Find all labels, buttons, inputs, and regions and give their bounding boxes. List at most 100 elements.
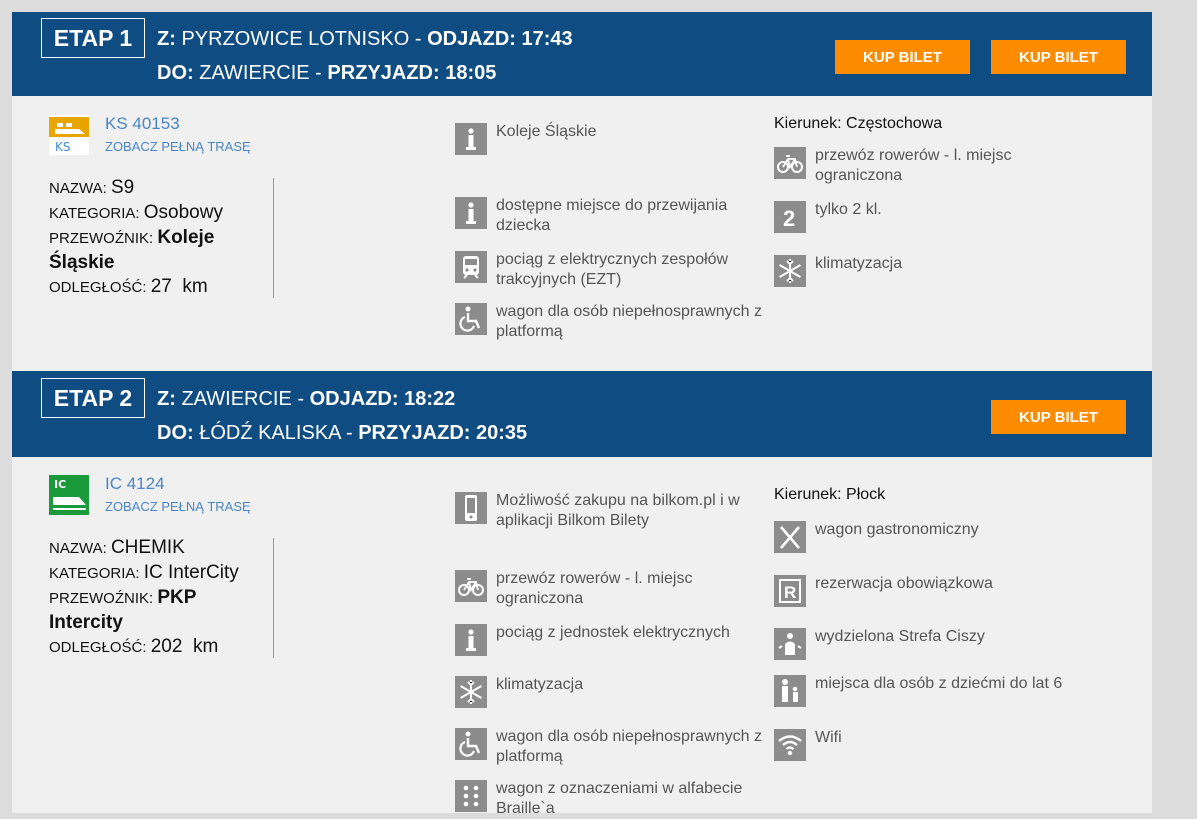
category-value: IC InterCity [143,562,239,583]
feature-text: wagon dla osób niepełnosprawnych z platf… [496,303,762,340]
feature-text: dostępne miejsce do przewijania dziecka [496,197,728,234]
info-icon [455,624,487,656]
from-prefix: Z: [157,388,176,410]
category-label: KATEGORIA: [49,205,140,222]
feature-text: przewóz rowerów - l. miejsc ograniczona [815,147,1012,184]
details-divider [273,538,274,658]
feature-text: Wifi [815,729,842,746]
details-divider [273,178,274,298]
stage-1-departure-line: Z: PYRZOWICE LOTNISKO - ODJAZD: 17:43 [157,28,573,51]
feature-text: Możliwość zakupu na bilkom.pl i w aplika… [496,492,740,529]
snowflake-icon [774,255,806,287]
mobile-phone-icon [455,492,487,524]
full-route-link[interactable]: ZOBACZ PEŁNĄ TRASĘ [105,499,251,514]
detail-name: NAZWA: S9 [49,176,271,201]
arrival-time: 20:35 [476,422,528,444]
ks-carrier-logo-icon: KS [49,115,89,155]
feature-item: przewóz rowerów - l. miejsc ograniczona [774,146,1084,186]
detail-distance: ODLEGŁOŚĆ: 27 km [49,275,271,300]
distance-label: ODLEGŁOŚĆ: [49,639,147,656]
name-label: NAZWA: [49,180,107,197]
feature-text: miejsca dla osób z dziećmi do lat 6 [815,675,1063,692]
quiet-zone-icon [774,628,806,660]
bicycle-icon [774,147,806,179]
distance-value: 202 km [150,636,219,657]
feature-item: 2 tylko 2 kl. [774,200,1084,233]
buy-ticket-button[interactable]: KUP BILET [991,40,1126,74]
wheelchair-icon [455,303,487,335]
feature-item: Koleje Śląskie [455,122,765,155]
feature-item: wagon dla osób niepełnosprawnych z platf… [455,727,765,767]
feature-item: miejsca dla osób z dziećmi do lat 6 [774,674,1084,707]
ezt-train-icon [455,251,487,283]
detail-category: KATEGORIA: Osobowy [49,201,271,226]
to-station: ZAWIERCIE [199,62,310,84]
feature-item: przewóz rowerów - l. miejsc ograniczona [455,569,765,609]
children-icon [774,675,806,707]
full-route-link[interactable]: ZOBACZ PEŁNĄ TRASĘ [105,139,251,154]
feature-text: pociąg z jednostek elektrycznych [496,624,730,641]
feature-text: wagon z oznaczeniami w alfabecie Braille… [496,780,743,817]
stage-2-departure-line: Z: ZAWIERCIE - ODJAZD: 18:22 [157,388,455,411]
info-icon [455,123,487,155]
ks-logo-text: KS [55,140,71,154]
info-icon [455,197,487,229]
feature-item: Wifi [774,728,1084,761]
to-prefix: DO: [157,62,194,84]
distance-label: ODLEGŁOŚĆ: [49,279,147,296]
to-station: ŁÓDŹ KALISKA [199,422,341,444]
carrier-value-cont: Intercity [49,612,123,633]
arrival-label: PRZYJAZD: [327,62,440,84]
carrier-value: PKP [157,587,197,608]
feature-text: wydzielona Strefa Ciszy [815,628,985,645]
stage-2-header: ETAP 2 Z: ZAWIERCIE - ODJAZD: 18:22 DO: … [12,371,1152,457]
stage-1-arrival-line: DO: ZAWIERCIE - PRZYJAZD: 18:05 [157,62,496,85]
separator: - [315,62,322,84]
second-class-icon: 2 [774,201,806,233]
feature-text: wagon gastronomiczny [815,521,979,538]
feature-text: wagon dla osób niepełnosprawnych z platf… [496,728,762,765]
svg-text:2: 2 [783,206,795,231]
to-prefix: DO: [157,422,194,444]
stage-1-body: KS KS 40153 ZOBACZ PEŁNĄ TRASĘ NAZWA: S9… [12,96,1152,371]
stage-1-header: ETAP 1 Z: PYRZOWICE LOTNISKO - ODJAZD: 1… [12,12,1152,96]
snowflake-icon [455,676,487,708]
ic-carrier-logo-icon: IC [49,475,89,515]
feature-item: wagon gastronomiczny [774,520,1084,553]
from-prefix: Z: [157,28,176,50]
arrival-time: 18:05 [445,62,497,84]
detail-carrier: PRZEWOŹNIK: Koleje [49,226,271,251]
feature-text: przewóz rowerów - l. miejsc ograniczona [496,570,693,607]
detail-name: NAZWA: CHEMIK [49,536,271,561]
train-details: NAZWA: CHEMIK KATEGORIA: IC InterCity PR… [49,536,271,660]
departure-time: 17:43 [521,28,573,50]
category-label: KATEGORIA: [49,565,140,582]
detail-distance: ODLEGŁOŚĆ: 202 km [49,635,271,660]
feature-item: klimatyzacja [455,675,765,708]
separator: - [297,388,305,410]
direction-label: Kierunek: Płock [774,486,886,503]
wheelchair-icon [455,728,487,760]
feature-item: wagon dla osób niepełnosprawnych z platf… [455,302,765,342]
departure-label: ODJAZD: [427,28,516,50]
feature-item: klimatyzacja [774,254,1084,287]
ic-logo-text: IC [54,478,66,491]
buy-ticket-button[interactable]: KUP BILET [835,40,970,74]
reservation-icon: R [774,575,806,607]
category-value: Osobowy [143,202,223,223]
departure-label: ODJAZD: [309,388,399,410]
separator: - [414,28,422,50]
train-number-link[interactable]: IC 4124 [105,474,165,494]
train-number-link[interactable]: KS 40153 [105,114,180,134]
feature-item: Możliwość zakupu na bilkom.pl i w aplika… [455,491,765,531]
departure-time: 18:22 [404,388,456,410]
detail-category: KATEGORIA: IC InterCity [49,561,271,586]
stage-1-label: ETAP 1 [41,18,145,58]
name-label: NAZWA: [49,540,107,557]
arrival-label: PRZYJAZD: [358,422,471,444]
from-station: PYRZOWICE LOTNISKO [181,28,410,50]
from-station: ZAWIERCIE [181,388,292,410]
separator: - [345,422,353,444]
braille-icon [455,780,487,812]
buy-ticket-button[interactable]: KUP BILET [991,400,1126,434]
